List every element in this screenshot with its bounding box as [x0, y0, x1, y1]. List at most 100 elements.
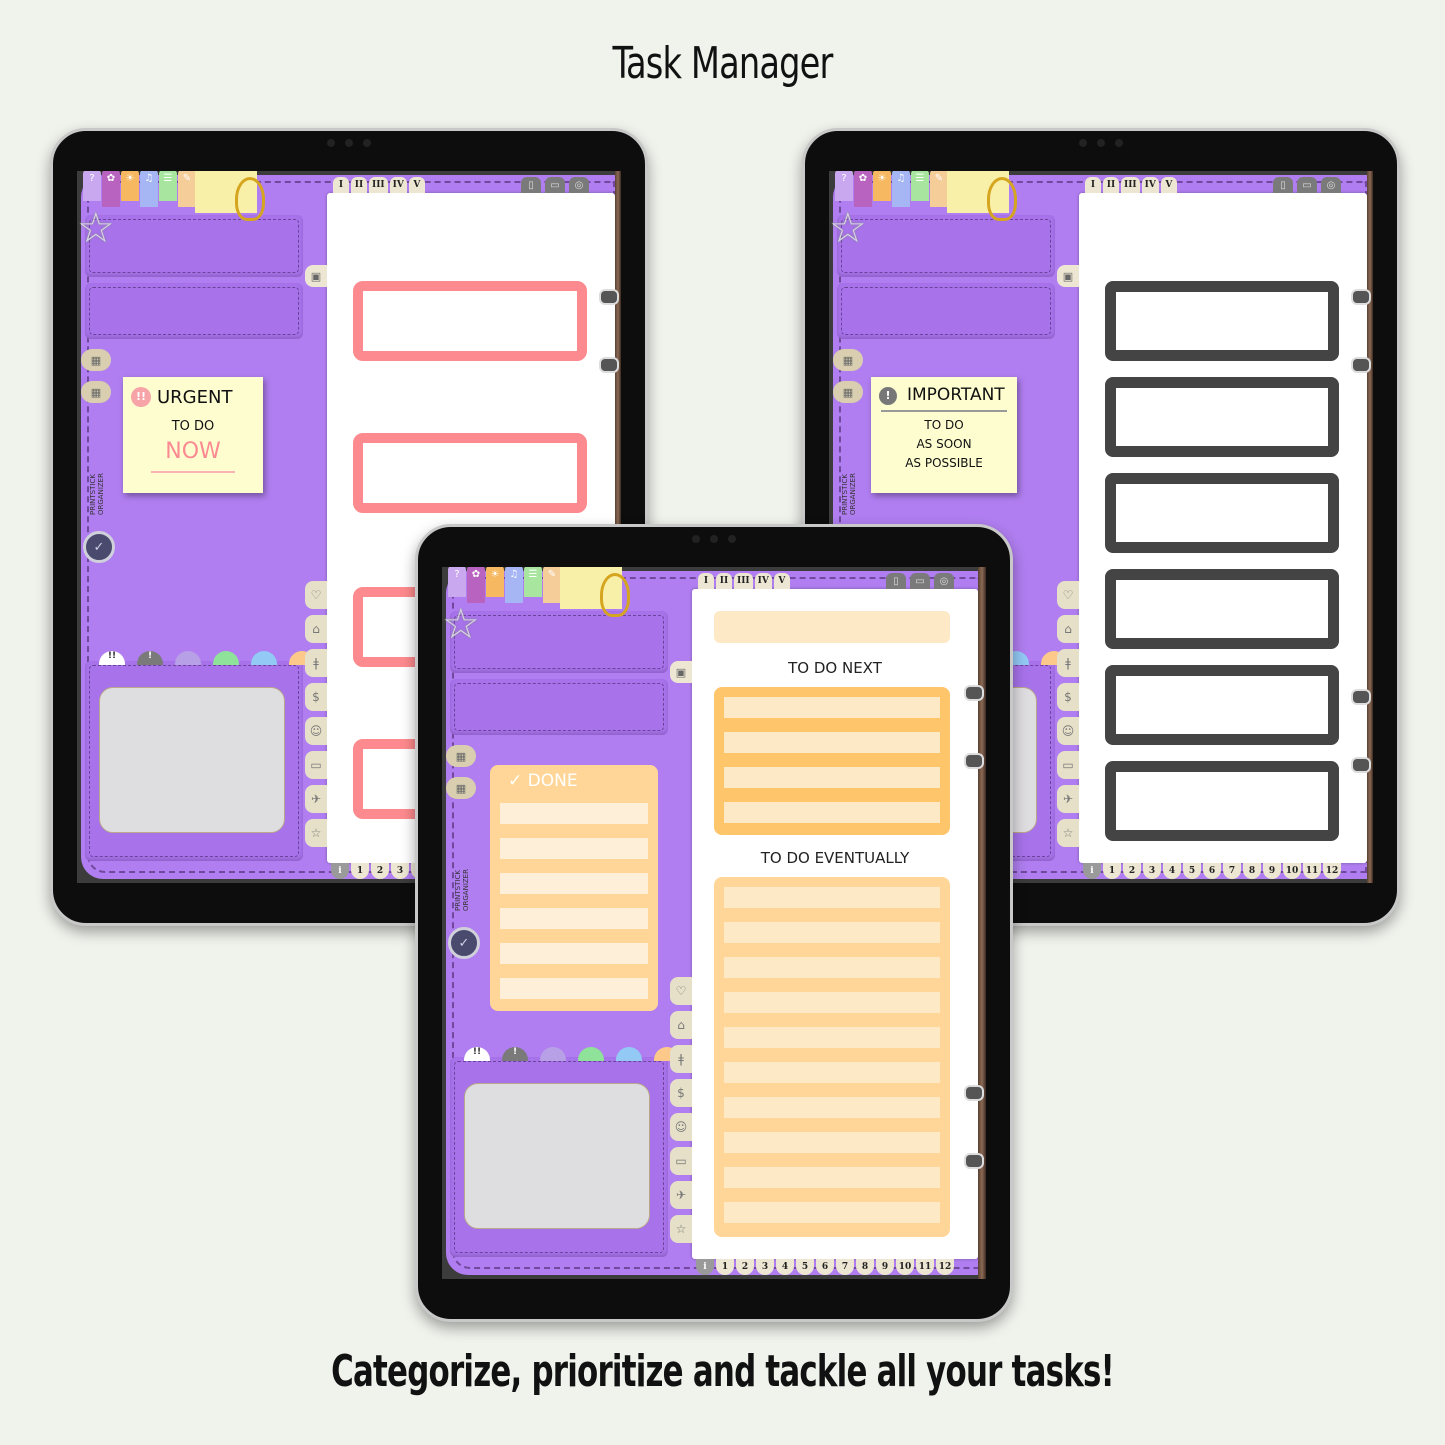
book-icon[interactable]: ▭ — [1057, 751, 1079, 779]
book-icon[interactable]: ▭ — [305, 751, 327, 779]
month-tab[interactable]: 2 — [736, 1259, 754, 1275]
month-tab[interactable]: 4 — [776, 1259, 794, 1275]
roman-tab[interactable]: IV — [754, 573, 772, 589]
roman-tab[interactable]: I — [698, 573, 714, 589]
month-tab[interactable]: 6 — [816, 1259, 834, 1275]
music-icon[interactable]: ♫ — [892, 171, 910, 207]
dollar-icon[interactable]: $ — [1057, 683, 1079, 711]
list-icon[interactable]: ☰ — [159, 171, 177, 201]
important-task-box[interactable] — [1105, 281, 1339, 361]
color-dot[interactable] — [578, 1047, 604, 1061]
document-icon[interactable]: ▯ — [1273, 177, 1293, 193]
roman-tab[interactable]: IV — [389, 177, 407, 193]
lotus-icon[interactable]: ✿ — [467, 567, 485, 603]
sun-icon[interactable]: ☀ — [121, 171, 139, 201]
task-line[interactable] — [724, 1167, 940, 1188]
person-icon[interactable]: ☺ — [1057, 717, 1079, 745]
important-task-box[interactable] — [1105, 473, 1339, 553]
star-icon[interactable]: ☆ — [670, 1215, 692, 1243]
pen-icon[interactable]: ✎ — [930, 171, 948, 207]
task-line[interactable] — [724, 887, 940, 908]
task-line[interactable] — [724, 767, 940, 788]
important-task-box[interactable] — [1105, 665, 1339, 745]
target-icon[interactable]: ◎ — [569, 177, 589, 193]
question-icon[interactable]: ? — [448, 567, 466, 597]
photo-slot[interactable] — [464, 1083, 650, 1229]
lotus-icon[interactable]: ✿ — [102, 171, 120, 207]
roman-tab[interactable]: V — [1160, 177, 1177, 193]
dollar-icon[interactable]: $ — [305, 683, 327, 711]
task-line[interactable] — [724, 1062, 940, 1083]
month-tab[interactable]: 12 — [936, 1259, 954, 1275]
roman-tab[interactable]: III — [734, 573, 753, 589]
music-icon[interactable]: ♫ — [140, 171, 158, 207]
task-line[interactable] — [500, 838, 648, 859]
important-task-box[interactable] — [1105, 569, 1339, 649]
star-icon[interactable]: ☆ — [305, 819, 327, 847]
task-line[interactable] — [724, 1202, 940, 1223]
color-dot[interactable] — [540, 1047, 566, 1061]
task-line[interactable] — [724, 1027, 940, 1048]
document-icon[interactable]: ▯ — [521, 177, 541, 193]
month-tab[interactable]: 3 — [1143, 863, 1161, 879]
task-line[interactable] — [500, 803, 648, 824]
lotus-icon[interactable]: ✿ — [854, 171, 872, 207]
list-icon[interactable]: ☰ — [911, 171, 929, 201]
important-task-box[interactable] — [1105, 377, 1339, 457]
month-tab[interactable]: 1 — [351, 863, 369, 879]
urgent-task-box[interactable] — [353, 281, 587, 361]
roman-tab[interactable]: I — [333, 177, 349, 193]
list-icon[interactable]: ☰ — [524, 567, 542, 597]
question-icon[interactable]: ? — [835, 171, 853, 201]
photo-slot[interactable] — [99, 687, 285, 833]
important-task-box[interactable] — [1105, 761, 1339, 841]
task-line[interactable] — [500, 978, 648, 999]
month-tab[interactable]: 1 — [716, 1259, 734, 1275]
roman-tab[interactable]: I — [1085, 177, 1101, 193]
plane-icon[interactable]: ✈ — [1057, 785, 1079, 813]
plane-icon[interactable]: ✈ — [305, 785, 327, 813]
month-tab[interactable]: 10 — [896, 1259, 914, 1275]
task-line[interactable] — [724, 922, 940, 943]
color-dot[interactable]: !! — [464, 1047, 490, 1061]
task-line[interactable] — [724, 1097, 940, 1118]
task-line[interactable] — [724, 732, 940, 753]
color-dot[interactable] — [616, 1047, 642, 1061]
task-line[interactable] — [500, 873, 648, 894]
month-tab[interactable]: 12 — [1323, 863, 1341, 879]
plane-icon[interactable]: ✈ — [670, 1181, 692, 1209]
month-tab[interactable]: 8 — [1243, 863, 1261, 879]
color-dot[interactable] — [213, 651, 239, 665]
task-line[interactable] — [724, 992, 940, 1013]
brush-icon[interactable]: ǂ — [670, 1045, 692, 1073]
color-dot[interactable] — [175, 651, 201, 665]
month-tab[interactable]: 1 — [1103, 863, 1121, 879]
target-icon[interactable]: ◎ — [934, 573, 954, 589]
roman-tab[interactable]: IV — [1141, 177, 1159, 193]
roman-tab[interactable]: V — [773, 573, 790, 589]
wallet-icon[interactable]: ▭ — [910, 573, 930, 589]
person-icon[interactable]: ☺ — [305, 717, 327, 745]
target-icon[interactable]: ◎ — [1321, 177, 1341, 193]
check-clip-icon[interactable]: ✓ — [448, 927, 480, 959]
color-dot[interactable]: ! — [137, 651, 163, 665]
calendar-icon[interactable]: ▦ — [833, 349, 863, 371]
task-line[interactable] — [724, 1132, 940, 1153]
month-tab[interactable]: 9 — [876, 1259, 894, 1275]
month-tab[interactable]: 7 — [1223, 863, 1241, 879]
sun-icon[interactable]: ☀ — [486, 567, 504, 597]
month-tab[interactable]: 5 — [1183, 863, 1201, 879]
task-line[interactable] — [500, 908, 648, 929]
month-tab[interactable]: 3 — [391, 863, 409, 879]
calendar-icon[interactable]: ▦ — [446, 745, 476, 767]
roman-tab[interactable]: II — [1103, 177, 1119, 193]
calendar-icon[interactable]: ▦ — [81, 349, 111, 371]
color-dot[interactable]: ! — [502, 1047, 528, 1061]
heart-icon[interactable]: ♡ — [670, 977, 692, 1005]
question-icon[interactable]: ? — [83, 171, 101, 201]
roman-tab[interactable]: III — [1121, 177, 1140, 193]
month-tab[interactable]: 2 — [1123, 863, 1141, 879]
home-icon[interactable]: ⌂ — [305, 615, 327, 643]
task-line[interactable] — [500, 943, 648, 964]
home-icon[interactable]: ⌂ — [670, 1011, 692, 1039]
